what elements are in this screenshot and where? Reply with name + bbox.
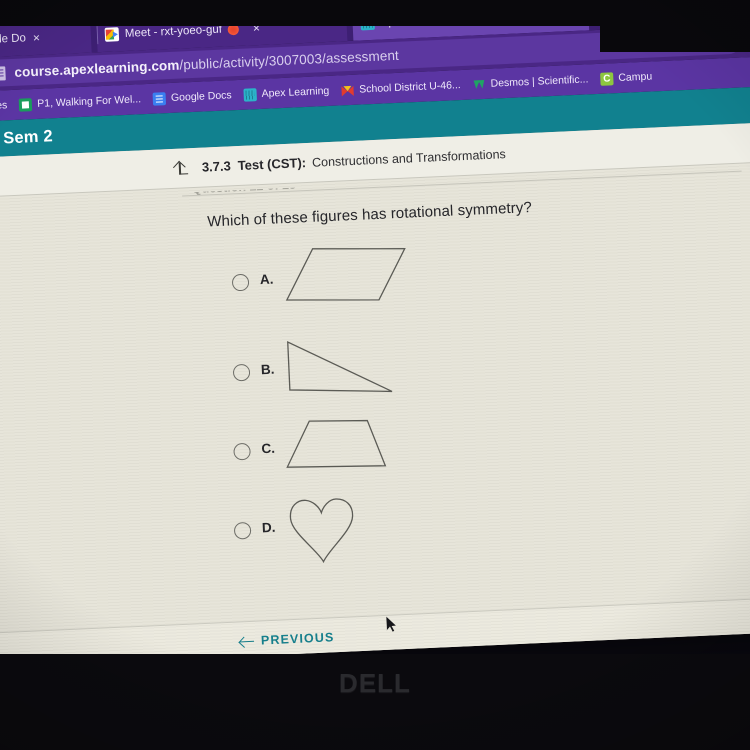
address-host: course.apexlearning.com <box>14 57 180 80</box>
bookmark-p1-walking[interactable]: P1, Walking For Wel... <box>18 93 142 112</box>
radio-choice-b[interactable] <box>232 363 251 382</box>
activity-kind: Test (CST): <box>237 155 307 174</box>
choice-letter: A. <box>259 271 274 288</box>
arrow-left-icon <box>239 635 254 647</box>
bookmark-school-district[interactable]: School District U-46... <box>341 79 461 97</box>
address-path: /public/activity/3007003/assessment <box>179 47 400 73</box>
figure-heart <box>285 494 360 567</box>
activity-number: 3.7.3 <box>201 158 232 175</box>
radio-choice-c[interactable] <box>233 442 251 461</box>
laptop-bezel-top-right <box>600 0 750 52</box>
figure-trapezoid <box>283 415 395 478</box>
campus-icon <box>600 71 614 86</box>
mouse-pointer-icon <box>385 615 398 633</box>
bookmark-label: Desmos | Scientific... <box>490 73 589 90</box>
radio-choice-a[interactable] <box>231 273 250 292</box>
close-icon[interactable]: × <box>33 31 41 45</box>
bookmark-label: School District U-46... <box>358 79 461 96</box>
activity-name: Constructions and Transformations <box>311 146 507 170</box>
bookmark-label: Campu <box>618 70 653 85</box>
bookmark-label: Classes <box>0 99 8 113</box>
apex-learning-icon <box>243 87 257 102</box>
laptop-screen: oms - Google Do × Meet - rxt-yoeo-guf × … <box>0 0 750 668</box>
course-title: etry Sem 2 <box>0 126 54 149</box>
dell-logo: DELL <box>0 668 750 699</box>
google-meet-icon <box>104 27 120 42</box>
google-sheets-icon <box>18 97 33 112</box>
bookmark-desmos[interactable]: Desmos | Scientific... <box>472 73 588 91</box>
tab-divider <box>96 26 99 45</box>
browser-tab-label: Meet - rxt-yoeo-guf <box>124 23 223 40</box>
choice-letter: C. <box>261 440 276 457</box>
dell-logo-text: DELL <box>339 668 411 698</box>
figure-right-triangle <box>284 335 402 402</box>
bookmark-google-docs[interactable]: Google Docs <box>152 89 232 106</box>
assessment-page: Question 22 of 25 3.7.3 Test (CST): Cons… <box>0 121 750 668</box>
laptop-photo: oms - Google Do × Meet - rxt-yoeo-guf × … <box>0 0 750 750</box>
bookmark-label: P1, Walking For Wel... <box>36 93 142 110</box>
document-icon <box>0 65 6 81</box>
bookmark-apex-learning[interactable]: Apex Learning <box>243 84 330 102</box>
previous-button-label: PREVIOUS <box>260 630 335 648</box>
back-arrow-icon[interactable] <box>172 159 191 178</box>
choice-letter: D. <box>261 519 276 536</box>
google-docs-icon <box>152 91 167 106</box>
bookmark-label: Google Docs <box>170 89 232 104</box>
question-text: Which of these figures has rotational sy… <box>206 199 533 231</box>
radio-choice-d[interactable] <box>233 521 252 540</box>
bookmark-campus[interactable]: Campu <box>600 70 653 86</box>
gmail-icon <box>341 83 355 97</box>
browser-tab-label: oms - Google Do <box>0 32 27 48</box>
bookmark-classes[interactable]: Classes <box>0 99 8 113</box>
laptop-bezel-bottom: DELL <box>0 654 750 750</box>
previous-button[interactable]: PREVIOUS <box>239 630 335 648</box>
choice-letter: B. <box>260 361 275 378</box>
bookmark-label: Apex Learning <box>261 84 330 100</box>
desmos-icon <box>472 77 486 91</box>
figure-parallelogram <box>282 241 410 309</box>
